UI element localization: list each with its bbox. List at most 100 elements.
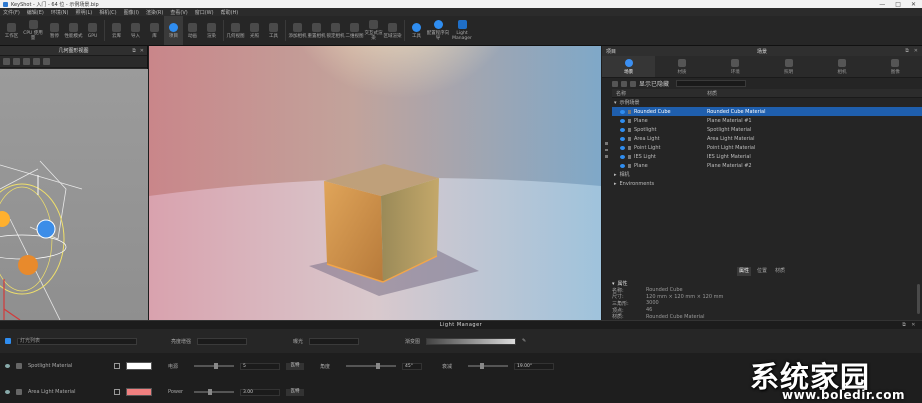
toolbar-performance[interactable]: 性能模式 — [64, 16, 83, 45]
menu-camera[interactable]: 相机(C) — [99, 9, 116, 16]
geometry-view-canvas[interactable] — [0, 69, 148, 320]
eye-icon[interactable] — [5, 364, 10, 368]
menu-environment[interactable]: 环境(N) — [51, 9, 69, 16]
lock-icon[interactable] — [628, 127, 631, 132]
visibility-icon[interactable] — [621, 80, 627, 87]
toolbar-lock-camera[interactable]: 锁定相机 — [326, 16, 345, 45]
scene-tree-root[interactable]: ▾ 示例场景 — [612, 98, 922, 107]
scene-tree-group-camera[interactable]: ▸ 相机 — [612, 170, 922, 179]
column-material[interactable]: 材质 — [707, 90, 717, 97]
tab-environment[interactable]: 环境 — [709, 56, 762, 77]
toolbar-region-render[interactable]: 区域渲染 — [383, 16, 402, 45]
menu-render[interactable]: 渲染(R) — [146, 9, 163, 16]
lock-icon[interactable] — [628, 109, 631, 114]
toolbar-project[interactable]: 项目 — [164, 16, 183, 45]
eye-icon[interactable] — [5, 390, 10, 394]
color-mode-icon[interactable] — [114, 389, 120, 395]
toolbar-light-manager[interactable]: Light Manager — [450, 16, 474, 45]
toolbar-lighting[interactable]: 光照 — [245, 16, 264, 45]
toolbar-render[interactable]: 渲染 — [202, 16, 221, 45]
scene-tree-row[interactable]: IES Light IES Light Material — [612, 152, 922, 161]
show-hidden-label[interactable]: 显示已隐藏 — [639, 79, 669, 88]
close-button[interactable]: ✕ — [911, 1, 916, 8]
scene-tree-row[interactable]: Spotlight Spotlight Material — [612, 125, 922, 134]
falloff-slider[interactable] — [468, 363, 508, 369]
eye-icon[interactable] — [620, 109, 625, 114]
power-unit[interactable]: 瓦特 — [286, 362, 304, 370]
exposure-field[interactable] — [309, 337, 360, 345]
minimize-button[interactable]: — — [879, 1, 885, 8]
tab-material-sub[interactable]: 材质 — [773, 267, 787, 276]
properties-section[interactable]: ▾ 属性 — [612, 280, 918, 288]
scene-tree-row[interactable]: Rounded Cube Rounded Cube Material — [612, 107, 922, 116]
render-viewport[interactable] — [149, 46, 601, 320]
angle-slider[interactable] — [346, 363, 396, 369]
light-list-icon[interactable] — [5, 338, 11, 344]
toolbar-tools-2[interactable]: 工具 — [407, 16, 426, 45]
toolbar-cpu[interactable]: CPU 使用量 — [21, 16, 45, 45]
close-icon[interactable]: ✕ — [140, 48, 144, 54]
scene-tree-row[interactable]: Point Light Point Light Material — [612, 143, 922, 152]
toolbar-pause[interactable]: 暂停 — [45, 16, 64, 45]
lock-icon[interactable] — [628, 163, 631, 168]
menu-view[interactable]: 查看(V) — [170, 9, 187, 16]
expand-icon[interactable] — [630, 80, 636, 87]
power-value[interactable]: 5 — [240, 362, 280, 370]
menu-edit[interactable]: 编辑(E) — [27, 9, 44, 16]
power-value[interactable]: 3.00 — [240, 388, 280, 396]
tab-properties[interactable]: 属性 — [736, 267, 751, 276]
menu-help[interactable]: 帮助(H) — [221, 9, 239, 16]
light-search-input[interactable]: 灯光列表 — [17, 337, 137, 345]
lock-icon[interactable] — [628, 145, 631, 150]
close-icon[interactable]: ✕ — [914, 48, 918, 54]
eye-icon[interactable] — [620, 136, 625, 141]
filter-icon[interactable] — [612, 80, 618, 87]
grid-icon[interactable] — [23, 58, 30, 65]
menu-window[interactable]: 窗口(W) — [195, 9, 214, 16]
power-slider[interactable] — [194, 389, 234, 395]
power-unit[interactable]: 瓦特 — [286, 388, 304, 396]
frame-icon[interactable] — [43, 58, 50, 65]
menu-lighting[interactable]: 照明(L) — [76, 9, 93, 16]
camera-icon[interactable] — [13, 58, 20, 65]
tab-lighting[interactable]: 照明 — [762, 56, 815, 77]
power-slider[interactable] — [194, 363, 234, 369]
toolbar-import[interactable]: 导入 — [126, 16, 145, 45]
tab-image[interactable]: 图像 — [869, 56, 922, 77]
falloff-value[interactable]: 19.00° — [514, 362, 554, 370]
color-mode-icon[interactable] — [114, 363, 120, 369]
lock-icon[interactable] — [628, 118, 631, 123]
property-name-field[interactable]: Rounded Cube — [646, 287, 683, 293]
menu-image[interactable]: 图像(I) — [124, 9, 139, 16]
light-color-swatch[interactable] — [126, 362, 152, 370]
zoom-icon[interactable] — [33, 58, 40, 65]
scene-tree-row[interactable]: Plane Plane Material #1 — [612, 116, 922, 125]
eye-icon[interactable] — [620, 145, 625, 150]
tab-position[interactable]: 位置 — [755, 267, 769, 276]
tab-camera[interactable]: 相机 — [815, 56, 868, 77]
maximize-button[interactable]: □ — [895, 1, 901, 8]
scene-search-input[interactable] — [676, 80, 747, 87]
lock-icon[interactable] — [628, 136, 631, 141]
light-color-swatch[interactable] — [126, 388, 152, 396]
menu-file[interactable]: 文件(F) — [3, 9, 20, 16]
toolbar-2d-view[interactable]: 二维视图 — [345, 16, 364, 45]
scene-tree-row[interactable]: Plane Plane Material #2 — [612, 161, 922, 170]
tab-material[interactable]: 材质 — [655, 56, 708, 77]
float-icon[interactable]: ⧉ — [902, 322, 906, 328]
scene-tree-group-environments[interactable]: ▸ Environments — [612, 179, 922, 188]
gradient-bar[interactable] — [426, 337, 517, 345]
toolbar-cloud-library[interactable]: 云库 — [107, 16, 126, 45]
edit-icon[interactable]: ✎ — [522, 338, 526, 344]
toolbar-tools[interactable]: 工具 — [264, 16, 283, 45]
float-icon[interactable]: ⧉ — [905, 48, 909, 54]
gear-icon[interactable] — [3, 58, 10, 65]
toolbar-geometry-view[interactable]: 几何视图 — [226, 16, 245, 45]
lock-icon[interactable] — [628, 154, 631, 159]
float-icon[interactable]: ⧉ — [132, 48, 136, 54]
eye-icon[interactable] — [620, 127, 625, 132]
brightness-field[interactable] — [197, 337, 248, 345]
toolbar-animation[interactable]: 动画 — [183, 16, 202, 45]
close-icon[interactable]: ✕ — [911, 322, 916, 328]
angle-value[interactable]: 45° — [402, 362, 422, 370]
